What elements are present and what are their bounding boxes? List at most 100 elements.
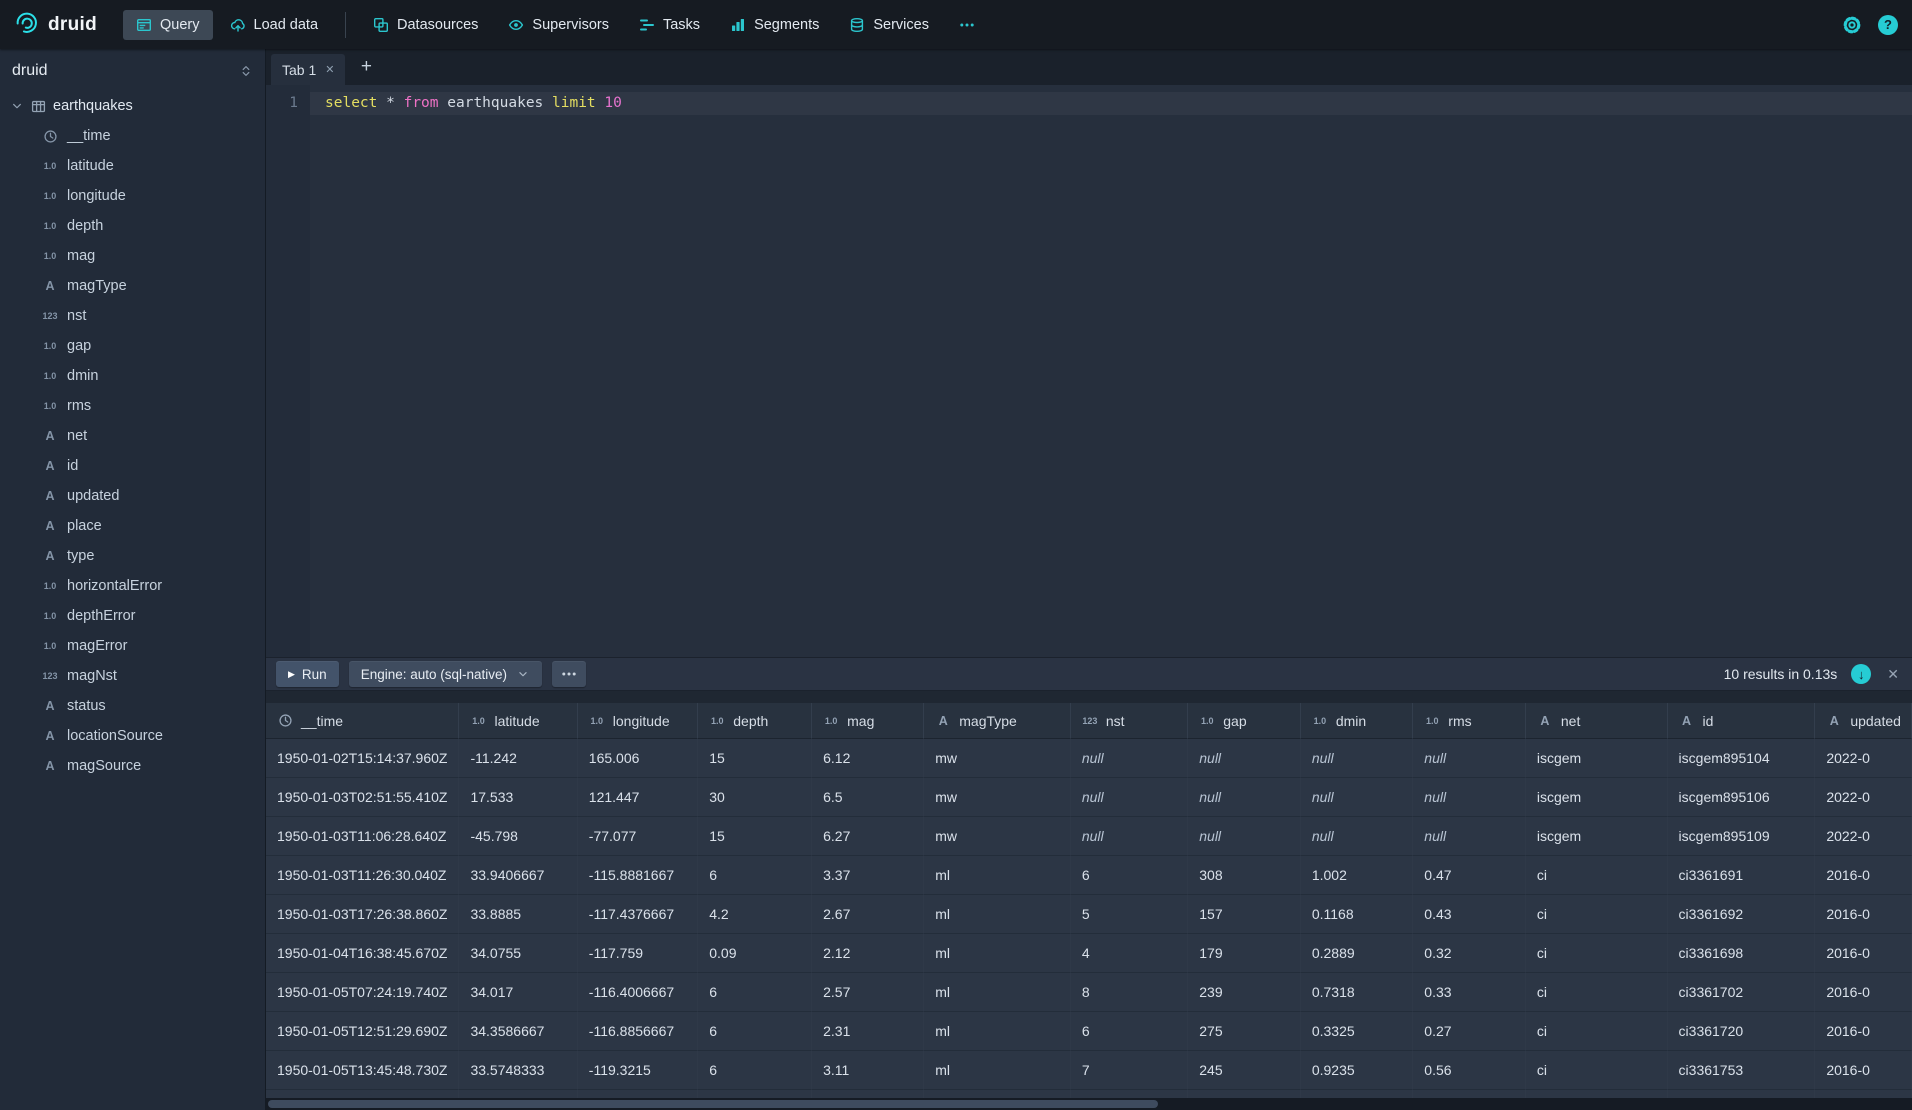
result-cell[interactable]: -45.798 [459,817,577,856]
column-item-gap[interactable]: 1.0gap [0,331,265,361]
result-cell[interactable]: 33.9406667 [459,856,577,895]
column-item-net[interactable]: Anet [0,421,265,451]
result-cell[interactable]: 1950-01-05T07:24:19.740Z [266,973,459,1012]
column-item-latitude[interactable]: 1.0latitude [0,151,265,181]
column-item-horizontalError[interactable]: 1.0horizontalError [0,571,265,601]
result-cell[interactable]: 0.09 [698,934,812,973]
result-cell[interactable]: ml [924,895,1071,934]
result-cell[interactable]: 6 [1071,856,1188,895]
result-cell[interactable]: 17.533 [459,778,577,817]
column-item-magType[interactable]: AmagType [0,271,265,301]
schema-selector[interactable]: druid [0,49,265,91]
nav-item-supervisors[interactable]: Supervisors [495,10,622,40]
result-cell[interactable]: iscgem895106 [1668,778,1816,817]
column-item-place[interactable]: Aplace [0,511,265,541]
result-cell[interactable]: ml [924,934,1071,973]
result-cell[interactable]: null [1071,817,1188,856]
tab-1[interactable]: Tab 1 ✕ [271,54,345,85]
result-cell[interactable]: ci3361691 [1668,856,1816,895]
result-cell[interactable]: 1950-01-03T11:06:28.640Z [266,817,459,856]
column-header-__time[interactable]: __time [266,703,459,739]
result-cell[interactable]: null [1071,778,1188,817]
result-cell[interactable]: 2022-0 [1815,739,1912,778]
result-cell[interactable]: ci [1526,1012,1668,1051]
result-cell[interactable]: 2016-0 [1815,1051,1912,1090]
nav-item-tasks[interactable]: Tasks [626,10,713,40]
result-cell[interactable]: 3.11 [812,1051,924,1090]
column-item-__time[interactable]: __time [0,121,265,151]
result-cell[interactable]: 1950-01-04T16:38:45.670Z [266,934,459,973]
result-cell[interactable]: ci3361698 [1668,934,1816,973]
result-cell[interactable]: 0.56 [1413,1051,1526,1090]
result-cell[interactable]: 2016-0 [1815,973,1912,1012]
column-item-locationSource[interactable]: AlocationSource [0,721,265,751]
column-header-mag[interactable]: 1.0mag [812,703,924,739]
column-item-updated[interactable]: Aupdated [0,481,265,511]
result-cell[interactable]: 239 [1188,973,1301,1012]
result-cell[interactable]: 30 [698,778,812,817]
result-cell[interactable]: 34.3586667 [459,1012,577,1051]
result-cell[interactable]: 1950-01-03T02:51:55.410Z [266,778,459,817]
result-cell[interactable]: ci [1526,1051,1668,1090]
result-cell[interactable]: ci [1526,856,1668,895]
result-cell[interactable]: 33.5748333 [459,1051,577,1090]
result-cell[interactable]: 245 [1188,1051,1301,1090]
close-results-icon[interactable]: ✕ [1887,666,1899,683]
column-header-latitude[interactable]: 1.0latitude [459,703,577,739]
result-cell[interactable]: ml [924,1012,1071,1051]
column-item-depthError[interactable]: 1.0depthError [0,601,265,631]
column-item-dmin[interactable]: 1.0dmin [0,361,265,391]
result-cell[interactable]: -117.4376667 [578,895,698,934]
result-cell[interactable]: ci3361702 [1668,973,1816,1012]
column-header-longitude[interactable]: 1.0longitude [578,703,698,739]
result-cell[interactable]: 0.2889 [1301,934,1413,973]
result-cell[interactable]: 0.32 [1413,934,1526,973]
result-cell[interactable]: 1950-01-05T12:51:29.690Z [266,1012,459,1051]
result-cell[interactable]: mw [924,817,1071,856]
result-cell[interactable]: -116.4006667 [578,973,698,1012]
download-results-icon[interactable]: ↓ [1851,664,1871,684]
result-cell[interactable]: mw [924,739,1071,778]
column-header-rms[interactable]: 1.0rms [1413,703,1526,739]
result-cell[interactable]: 0.27 [1413,1012,1526,1051]
result-cell[interactable]: ci [1526,934,1668,973]
result-cell[interactable]: 2.12 [812,934,924,973]
result-cell[interactable]: 165.006 [578,739,698,778]
result-cell[interactable]: iscgem [1526,739,1668,778]
result-cell[interactable]: 1950-01-03T11:26:30.040Z [266,856,459,895]
result-cell[interactable]: null [1188,739,1301,778]
horizontal-scrollbar[interactable] [266,1098,1912,1110]
result-cell[interactable]: -116.8856667 [578,1012,698,1051]
result-cell[interactable]: 2.67 [812,895,924,934]
query-editor[interactable]: 1 select * from earthquakes limit 10 [266,85,1912,657]
result-cell[interactable]: null [1071,739,1188,778]
help-icon[interactable]: ? [1878,15,1898,35]
result-cell[interactable]: 275 [1188,1012,1301,1051]
result-cell[interactable]: -119.3215 [578,1051,698,1090]
result-cell[interactable]: 0.43 [1413,895,1526,934]
result-cell[interactable]: ci [1526,895,1668,934]
result-cell[interactable]: 0.47 [1413,856,1526,895]
result-cell[interactable]: -11.242 [459,739,577,778]
column-item-status[interactable]: Astatus [0,691,265,721]
result-cell[interactable]: 3.37 [812,856,924,895]
result-cell[interactable]: 2.31 [812,1012,924,1051]
result-cell[interactable]: 6 [698,1012,812,1051]
result-cell[interactable]: 157 [1188,895,1301,934]
result-cell[interactable]: -115.8881667 [578,856,698,895]
result-cell[interactable]: 6.12 [812,739,924,778]
column-item-magError[interactable]: 1.0magError [0,631,265,661]
column-item-mag[interactable]: 1.0mag [0,241,265,271]
result-cell[interactable]: null [1413,739,1526,778]
result-cell[interactable]: 0.3325 [1301,1012,1413,1051]
result-cell[interactable]: 1.002 [1301,856,1413,895]
result-cell[interactable]: ml [924,973,1071,1012]
column-header-dmin[interactable]: 1.0dmin [1301,703,1413,739]
result-cell[interactable]: 0.33 [1413,973,1526,1012]
result-cell[interactable]: 34.0755 [459,934,577,973]
column-item-depth[interactable]: 1.0depth [0,211,265,241]
result-cell[interactable]: ci [1526,973,1668,1012]
column-item-magNst[interactable]: 123magNst [0,661,265,691]
result-cell[interactable]: ci3361753 [1668,1051,1816,1090]
result-cell[interactable]: null [1413,778,1526,817]
